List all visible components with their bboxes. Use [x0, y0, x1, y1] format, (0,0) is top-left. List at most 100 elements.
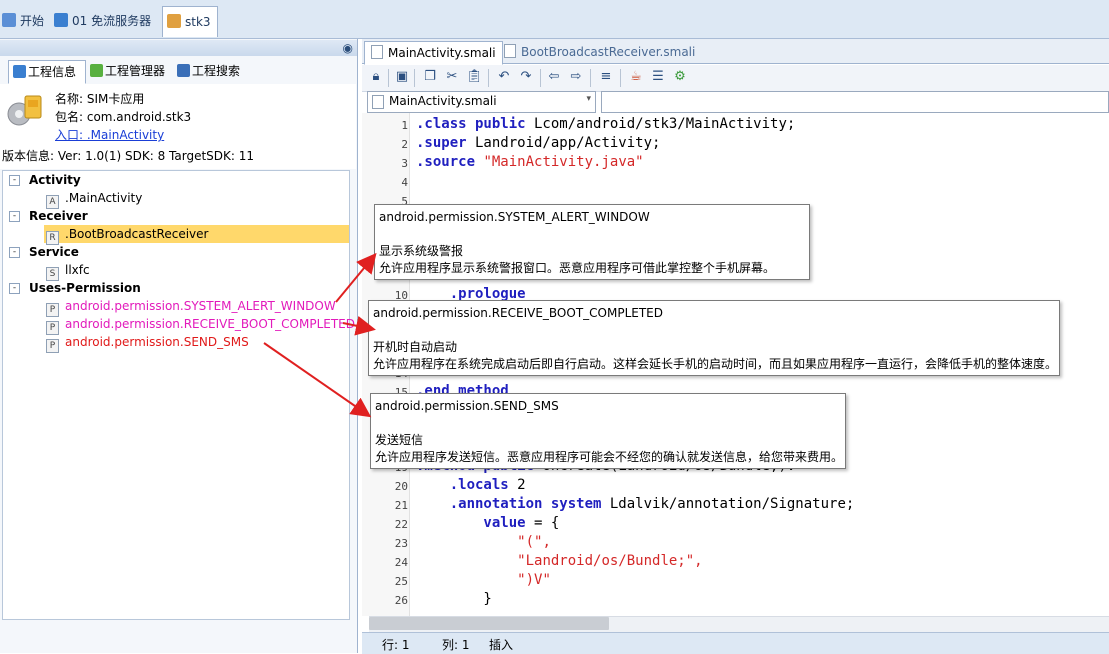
toolbar-separator	[488, 69, 489, 87]
collapse-toggle[interactable]: -	[9, 211, 20, 222]
code-keyword: value	[416, 515, 526, 531]
info-icon	[13, 65, 26, 78]
code-text: Ldalvik/annotation/Signature;	[601, 496, 855, 512]
line-number: 21	[394, 499, 408, 512]
line-number: 3	[401, 157, 408, 170]
copy-icon[interactable]: ❐	[422, 69, 438, 85]
code-text: Landroid/app/Activity;	[466, 135, 661, 151]
code-text: }	[416, 591, 492, 607]
code-string: "MainActivity.java"	[483, 154, 644, 170]
forward-icon[interactable]: ⇨	[568, 69, 584, 85]
tab-project-manager[interactable]: 工程管理器	[86, 60, 176, 82]
redo-icon[interactable]: ↷	[518, 69, 534, 85]
chevron-down-icon: ▾	[586, 94, 591, 104]
code-keyword: .class public	[416, 116, 526, 132]
scrollbar-thumb[interactable]	[369, 617, 609, 630]
permission-tooltip: android.permission.RECEIVE_BOOT_COMPLETE…	[368, 300, 1060, 376]
line-number: 24	[394, 556, 408, 569]
tree-item-main-activity[interactable]: A .MainActivity	[46, 189, 142, 209]
code-line: .source "MainActivity.java"	[416, 154, 644, 170]
tab-project-info[interactable]: 工程信息	[8, 60, 86, 84]
home-icon	[2, 13, 16, 27]
tooltip-spacer	[379, 226, 805, 243]
tree-group-activity[interactable]: Activity	[29, 171, 81, 189]
code-line: ")V"	[416, 572, 551, 588]
editor-tab-main-activity[interactable]: MainActivity.smali	[364, 41, 503, 65]
file-select[interactable]: MainActivity.smali ▾	[367, 91, 596, 113]
tree-group-service[interactable]: Service	[29, 243, 79, 261]
cut-icon[interactable]: ✂	[444, 69, 460, 85]
tab-start[interactable]: 开始	[2, 7, 44, 35]
tab-server[interactable]: 01 免流服务器	[54, 7, 151, 35]
java-icon[interactable]: ☕︎	[628, 69, 644, 85]
code-keyword: .annotation system	[416, 496, 602, 512]
collapse-toggle[interactable]: -	[9, 247, 20, 258]
permission-tooltip: android.permission.SEND_SMS 发送短信 允许应用程序发…	[370, 393, 846, 469]
tree-item-permission[interactable]: Pandroid.permission.SYSTEM_ALERT_WINDOW	[46, 297, 336, 317]
panel-header: ◉	[0, 40, 357, 56]
tree-group-receiver[interactable]: Receiver	[29, 207, 88, 225]
tab-stk3[interactable]: stk3	[162, 6, 218, 37]
save-icon[interactable]: ▣	[394, 69, 410, 85]
tree-item-boot-receiver[interactable]: R .BootBroadcastReceiver	[44, 225, 349, 245]
member-select[interactable]	[601, 91, 1109, 113]
back-icon[interactable]: ⇦	[546, 69, 562, 85]
file-select-value: MainActivity.smali	[389, 94, 497, 108]
line-number: 4	[401, 176, 408, 189]
code-string: "(",	[517, 534, 551, 550]
search-icon	[177, 64, 190, 77]
apk-icon	[167, 14, 181, 28]
tree-item-permission[interactable]: Pandroid.permission.RECEIVE_BOOT_COMPLET…	[46, 315, 355, 335]
tooltip-name: 发送短信	[375, 433, 424, 447]
format-icon[interactable]: ≡	[598, 69, 614, 85]
code-text: = {	[525, 515, 560, 531]
line-number: 20	[394, 480, 408, 493]
line-number: 2	[401, 138, 408, 151]
tree-item-permission[interactable]: Pandroid.permission.SEND_SMS	[46, 333, 249, 353]
entry-link[interactable]: 入口: .MainActivity	[55, 126, 164, 143]
code-keyword: .source	[416, 154, 476, 170]
code-line: "Landroid/os/Bundle;",	[416, 553, 703, 569]
tooltip-title: android.permission.SYSTEM_ALERT_WINDOW	[379, 210, 650, 224]
code-string: "Landroid/os/Bundle;",	[517, 553, 703, 569]
tooltip-spacer	[373, 322, 1055, 339]
tooltip-desc: 允许应用程序在系统完成启动后即自行启动。这样会延长手机的启动时间，而且如果应用程…	[373, 357, 1058, 371]
paste-icon[interactable]: 📋︎	[466, 69, 483, 85]
line-number: 26	[394, 594, 408, 607]
editor-tab-boot-receiver[interactable]: BootBroadcastReceiver.smali	[498, 41, 701, 63]
collapse-toggle[interactable]: -	[9, 175, 20, 186]
line-number: 22	[394, 518, 408, 531]
toolbar-separator	[590, 69, 591, 87]
tooltip-name: 开机时自动启动	[373, 340, 458, 354]
tab-project-search[interactable]: 工程搜索	[173, 60, 257, 82]
code-line: .class public Lcom/android/stk3/MainActi…	[416, 116, 795, 132]
eye-icon[interactable]: ◉	[343, 41, 353, 55]
toolbar-separator	[620, 69, 621, 87]
code-keyword: .super	[416, 135, 467, 151]
tooltip-desc: 允许应用程序发送短信。恶意应用程序可能会不经您的确认就发送信息，给您带来费用。	[375, 450, 844, 464]
toolbar-separator	[388, 69, 389, 87]
code-line: .locals 2	[416, 477, 526, 493]
cursor-col: 列: 1	[442, 638, 470, 652]
undo-icon[interactable]: ↶	[496, 69, 512, 85]
code-text: 2	[508, 477, 526, 493]
line-number: 25	[394, 575, 408, 588]
line-number: 1	[401, 119, 408, 132]
list-icon[interactable]: ☰	[650, 69, 666, 85]
tree-group-uses-permission[interactable]: Uses-Permission	[29, 279, 141, 297]
lock-icon[interactable]: 🔒︎	[368, 69, 384, 85]
tooltip-spacer	[375, 415, 841, 432]
code-line: value = {	[416, 515, 559, 531]
top-tab-bar: 开始 01 免流服务器 stk3	[0, 0, 1109, 39]
status-bar: 行: 1 列: 1 插入	[362, 632, 1109, 654]
collapse-toggle[interactable]: -	[9, 283, 20, 294]
editor-tab-bar: MainActivity.smali BootBroadcastReceiver…	[362, 39, 1109, 65]
android-build-icon[interactable]: ⚙	[672, 69, 688, 85]
android-icon	[90, 64, 103, 77]
app-name: 名称: SIM卡应用	[55, 92, 145, 106]
code-line: .super Landroid/app/Activity;	[416, 135, 660, 151]
insert-mode: 插入	[489, 638, 514, 652]
tree-item-service[interactable]: Sllxfc	[46, 261, 90, 281]
